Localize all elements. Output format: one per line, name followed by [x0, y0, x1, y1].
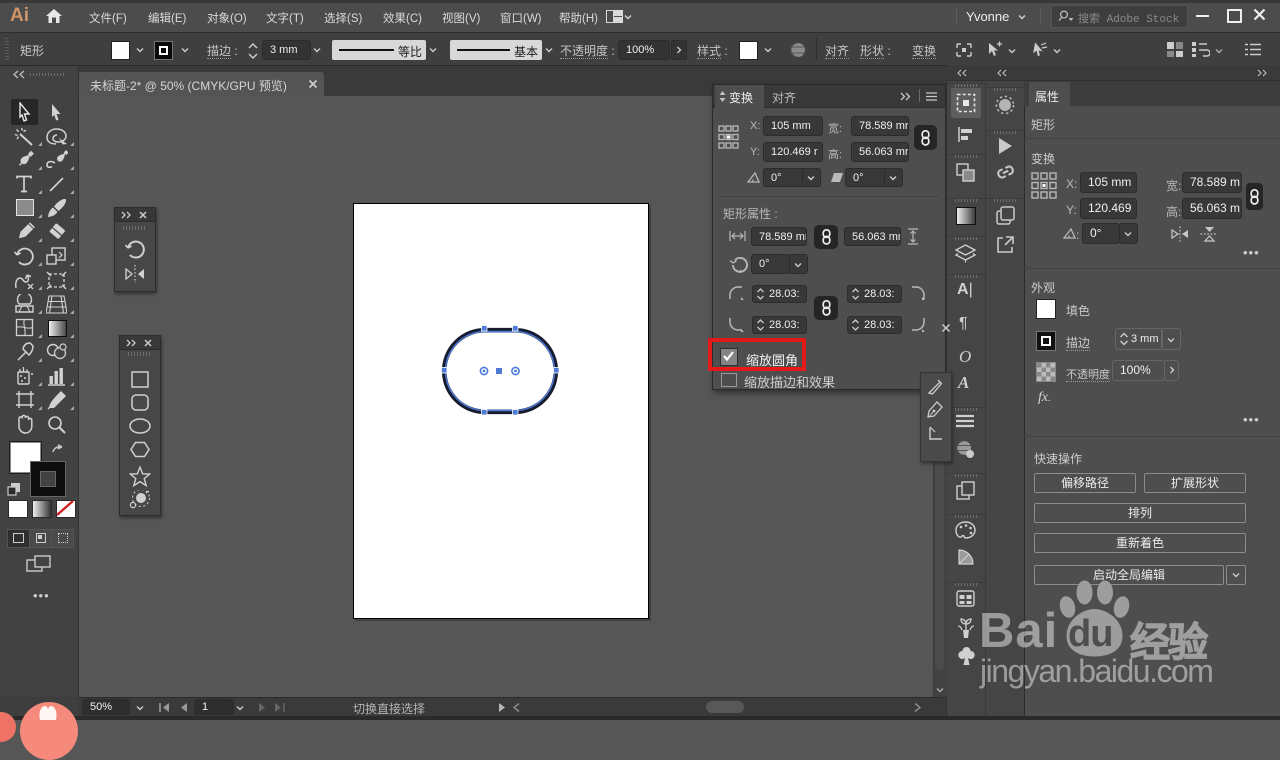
svg-text:du: du	[1068, 613, 1112, 655]
